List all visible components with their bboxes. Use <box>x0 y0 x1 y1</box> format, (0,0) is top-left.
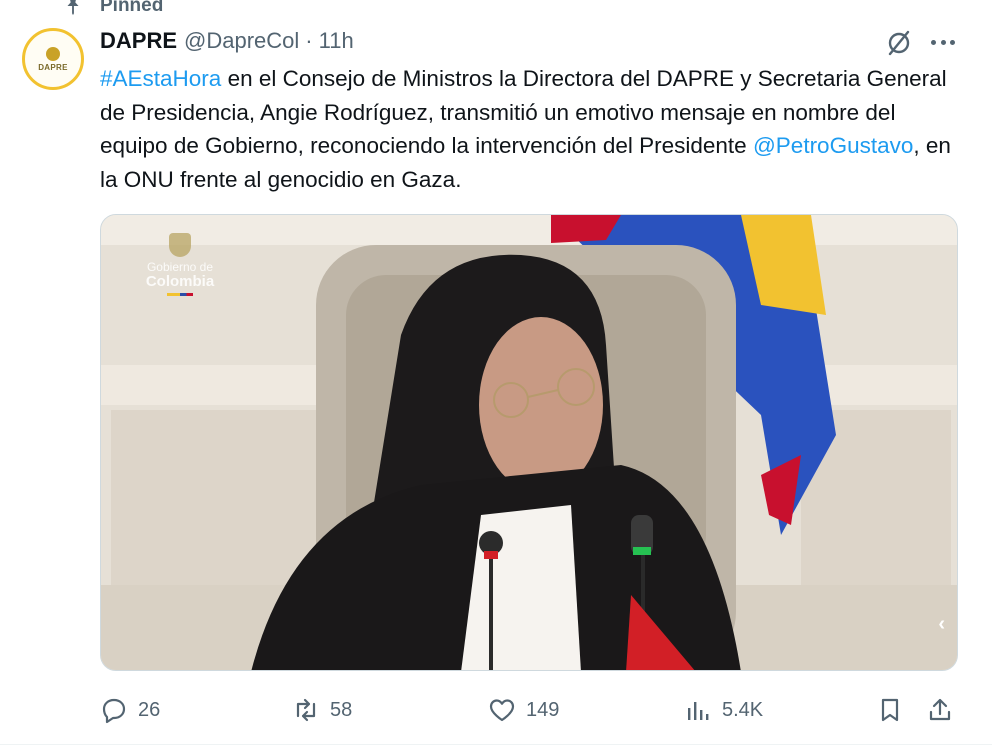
tweet-actions: 26 58 149 5.4K <box>100 690 960 730</box>
tweet-divider <box>0 744 992 745</box>
avatar-text: DAPRE <box>38 62 68 72</box>
watermark-line2: Colombia <box>145 273 215 290</box>
share-button[interactable] <box>926 690 954 730</box>
tweet-header: DAPRE @DapreCol · 11h <box>100 26 354 56</box>
coat-of-arms-icon <box>169 233 191 257</box>
share-icon <box>929 698 951 721</box>
video-frame <box>101 215 957 670</box>
avatar-seal <box>46 46 60 61</box>
like-count: 149 <box>526 698 560 721</box>
mention-link[interactable]: @PetroGustavo <box>753 133 913 158</box>
gobierno-watermark: Gobierno de Colombia <box>135 233 225 296</box>
pinned-indicator: Pinned <box>62 0 163 18</box>
repost-button[interactable]: 58 <box>292 690 352 730</box>
views-button[interactable]: 5.4K <box>684 690 763 730</box>
bookmark-button[interactable] <box>876 690 904 730</box>
tweet-text: #AEstaHora en el Consejo de Ministros la… <box>100 62 960 196</box>
like-button[interactable]: 149 <box>488 690 559 730</box>
author-handle[interactable]: @DapreCol <box>184 28 299 54</box>
reply-count: 26 <box>138 698 161 721</box>
avatar[interactable]: DAPRE <box>22 28 84 90</box>
separator-dot: · <box>305 28 313 53</box>
tweet-video[interactable]: Gobierno de Colombia ‹ <box>100 214 958 671</box>
tweet-time[interactable]: 11h <box>319 28 354 54</box>
chevron-left-icon[interactable]: ‹ <box>938 613 945 636</box>
repost-count: 58 <box>330 698 353 721</box>
grok-icon[interactable] <box>884 28 914 58</box>
more-icon[interactable] <box>928 30 958 54</box>
reply-button[interactable]: 26 <box>100 690 160 730</box>
watermark-flag-bar <box>167 293 193 296</box>
hashtag-link[interactable]: #AEstaHora <box>100 66 221 91</box>
views-icon <box>688 702 709 720</box>
pin-icon <box>67 0 79 16</box>
repost-icon <box>296 698 316 722</box>
pinned-label: Pinned <box>100 0 164 16</box>
views-count: 5.4K <box>722 698 764 721</box>
reply-icon <box>102 698 126 724</box>
bookmark-icon <box>881 698 899 722</box>
author-display-name[interactable]: DAPRE <box>100 28 177 54</box>
heart-icon <box>489 699 515 722</box>
